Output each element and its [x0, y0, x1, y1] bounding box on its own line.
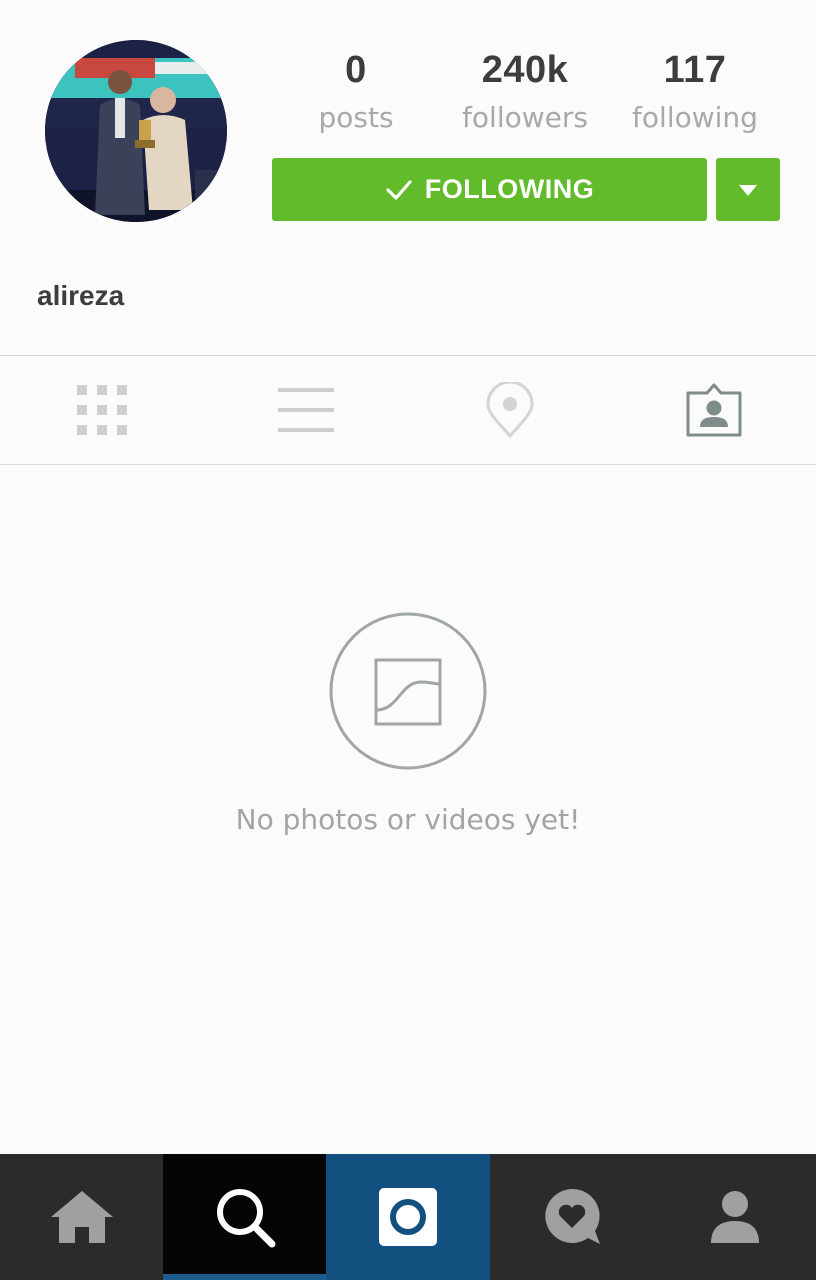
profile-avatar[interactable]: [45, 40, 227, 222]
nav-search-active-indicator: [163, 1274, 326, 1280]
search-icon: [216, 1189, 275, 1248]
nav-search[interactable]: [163, 1154, 326, 1280]
following-label: following: [632, 101, 758, 134]
list-icon: [278, 388, 334, 432]
nav-activity[interactable]: [490, 1154, 653, 1280]
following-button[interactable]: FOLLOWING: [272, 158, 707, 221]
empty-state-message: No photos or videos yet!: [235, 803, 581, 836]
tab-photo-map[interactable]: [408, 356, 612, 464]
profile-username: alireza: [37, 280, 125, 311]
photo-icon: [329, 612, 487, 770]
suggestions-dropdown-button[interactable]: [716, 158, 780, 221]
following-count: 117: [663, 49, 727, 91]
person-icon: [710, 1191, 759, 1243]
tab-tagged-photos[interactable]: [612, 356, 816, 464]
empty-state-photo-icon: [329, 612, 487, 770]
profile-view-tabs: [0, 356, 816, 464]
heart-bubble-icon: [544, 1188, 600, 1244]
posts-count: 0: [345, 49, 367, 91]
location-pin-icon: [486, 382, 534, 438]
tagged-person-icon: [686, 383, 742, 437]
camera-icon: [379, 1188, 437, 1246]
following-stat[interactable]: 117 following: [605, 48, 785, 138]
bottom-navigation-bar: [0, 1154, 816, 1280]
followers-count: 240k: [481, 49, 569, 91]
followers-label: followers: [462, 101, 588, 134]
tab-grid-view[interactable]: [0, 356, 204, 464]
home-icon: [50, 1191, 113, 1243]
checkmark-icon: [386, 179, 412, 200]
nav-profile[interactable]: [653, 1154, 816, 1280]
caret-down-icon: [739, 184, 757, 196]
posts-label: posts: [318, 101, 394, 134]
tab-list-view[interactable]: [204, 356, 408, 464]
divider-bottom: [0, 464, 816, 465]
nav-home[interactable]: [0, 1154, 163, 1280]
following-button-label: FOLLOWING: [424, 174, 595, 204]
followers-stat[interactable]: 240k followers: [435, 48, 615, 138]
grid-icon: [77, 385, 127, 435]
posts-stat: 0 posts: [266, 48, 446, 138]
nav-camera[interactable]: [326, 1154, 490, 1280]
